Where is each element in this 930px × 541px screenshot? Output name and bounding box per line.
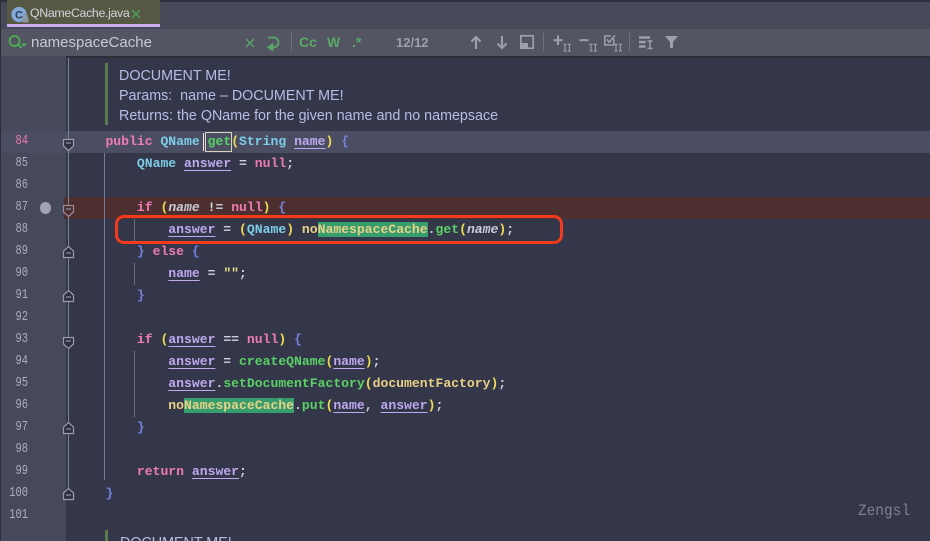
svg-text:C: C: [15, 10, 23, 22]
